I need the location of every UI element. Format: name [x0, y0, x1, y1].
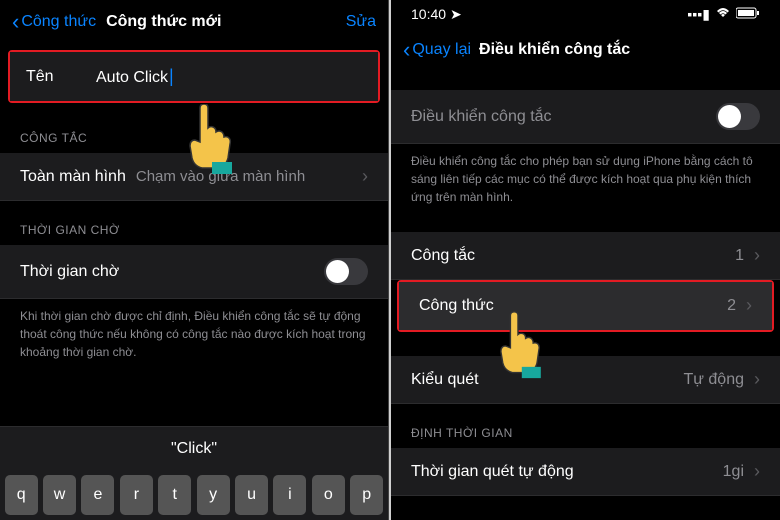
chevron-right-icon: ›: [746, 295, 752, 316]
nav-title: Công thức mới: [106, 13, 346, 31]
key-t[interactable]: t: [158, 475, 191, 515]
back-button-right[interactable]: ‹ Quay lại: [403, 39, 471, 61]
chevron-left-icon: ‹: [12, 11, 19, 33]
hand-pointer-icon: [180, 104, 236, 174]
scan-style-cell[interactable]: Kiểu quét Tự động ›: [391, 356, 780, 404]
scan-style-label: Kiểu quét: [411, 371, 479, 389]
key-y[interactable]: y: [197, 475, 230, 515]
suggestion-bar: "Click": [0, 426, 388, 470]
name-input-highlight: Tên Auto Click|: [8, 50, 380, 103]
switches-label: Công tắc: [411, 247, 475, 265]
auto-scan-cell[interactable]: Thời gian quét tự động 1gi ›: [391, 448, 780, 496]
text-cursor: |: [169, 66, 174, 86]
status-bar: 10:40 ➤ ▪▪▪▮: [391, 0, 780, 28]
section-timing-header: ĐỊNH THỜI GIAN: [391, 404, 780, 448]
key-i[interactable]: i: [273, 475, 306, 515]
status-right: ▪▪▪▮: [687, 6, 760, 23]
phone-right: 10:40 ➤ ▪▪▪▮ ‹ Quay lại Điều khiển công …: [391, 0, 780, 520]
chevron-right-icon: ›: [754, 369, 760, 390]
chevron-right-icon: ›: [754, 461, 760, 482]
back-button[interactable]: ‹ Công thức: [12, 11, 96, 33]
timeout-label: Thời gian chờ: [20, 263, 119, 281]
toggle-knob: [326, 260, 349, 283]
status-time: 10:40 ➤: [411, 6, 462, 23]
switch-control-label: Điều khiển công tắc: [411, 108, 552, 126]
auto-scan-label: Thời gian quét tự động: [411, 463, 574, 481]
name-input-row[interactable]: Tên Auto Click|: [10, 52, 378, 101]
toggle-knob: [718, 105, 741, 128]
auto-scan-value: 1gi: [723, 463, 744, 481]
recipes-highlight: Công thức 2 ›: [397, 280, 774, 332]
edit-button[interactable]: Sửa: [346, 13, 376, 31]
recipes-cell[interactable]: Công thức 2 ›: [399, 282, 772, 330]
name-label: Tên: [26, 68, 96, 86]
back-label-right: Quay lại: [412, 41, 471, 59]
hand-pointer-icon: [491, 312, 544, 379]
chevron-left-icon: ‹: [403, 39, 410, 61]
nav-bar: ‹ Công thức Công thức mới Sửa: [0, 0, 388, 44]
chevron-right-icon: ›: [362, 166, 368, 187]
switch-control-toggle[interactable]: [716, 103, 760, 130]
timeout-note: Khi thời gian chờ được chỉ định, Điều kh…: [0, 299, 388, 369]
fullscreen-value: Chạm vào giữa màn hình: [136, 168, 358, 185]
recipes-value: 2: [727, 297, 736, 315]
key-w[interactable]: w: [43, 475, 76, 515]
key-o[interactable]: o: [312, 475, 345, 515]
switches-value: 1: [735, 247, 744, 265]
nav-title-right: Điều khiển công tắc: [479, 41, 768, 59]
keyboard: q w e r t y u i o p: [0, 470, 388, 520]
signal-icon: ▪▪▪▮: [687, 6, 710, 23]
key-q[interactable]: q: [5, 475, 38, 515]
nav-bar-right: ‹ Quay lại Điều khiển công tắc: [391, 28, 780, 72]
fullscreen-label: Toàn màn hình: [20, 168, 126, 186]
location-icon: ➤: [450, 6, 462, 22]
switches-cell[interactable]: Công tắc 1 ›: [391, 232, 780, 280]
key-e[interactable]: e: [81, 475, 114, 515]
recipes-label: Công thức: [419, 297, 494, 315]
back-label: Công thức: [21, 13, 96, 31]
timeout-cell[interactable]: Thời gian chờ: [0, 245, 388, 299]
switch-control-note: Điều khiển công tắc cho phép bạn sử dụng…: [391, 144, 780, 214]
key-p[interactable]: p: [350, 475, 383, 515]
name-input-text: Auto Click: [96, 69, 168, 86]
battery-icon: [736, 6, 760, 22]
scan-style-value: Tự động: [683, 371, 744, 389]
chevron-right-icon: ›: [754, 245, 760, 266]
name-input-value[interactable]: Auto Click|: [96, 66, 174, 87]
phone-left: ‹ Công thức Công thức mới Sửa Tên Auto C…: [0, 0, 389, 520]
section-timeout-header: THỜI GIAN CHỜ: [0, 201, 388, 245]
key-r[interactable]: r: [120, 475, 153, 515]
timeout-toggle[interactable]: [324, 258, 368, 285]
switch-control-cell[interactable]: Điều khiển công tắc: [391, 90, 780, 144]
key-u[interactable]: u: [235, 475, 268, 515]
wifi-icon: [715, 6, 731, 22]
suggestion-item[interactable]: "Click": [171, 440, 217, 458]
